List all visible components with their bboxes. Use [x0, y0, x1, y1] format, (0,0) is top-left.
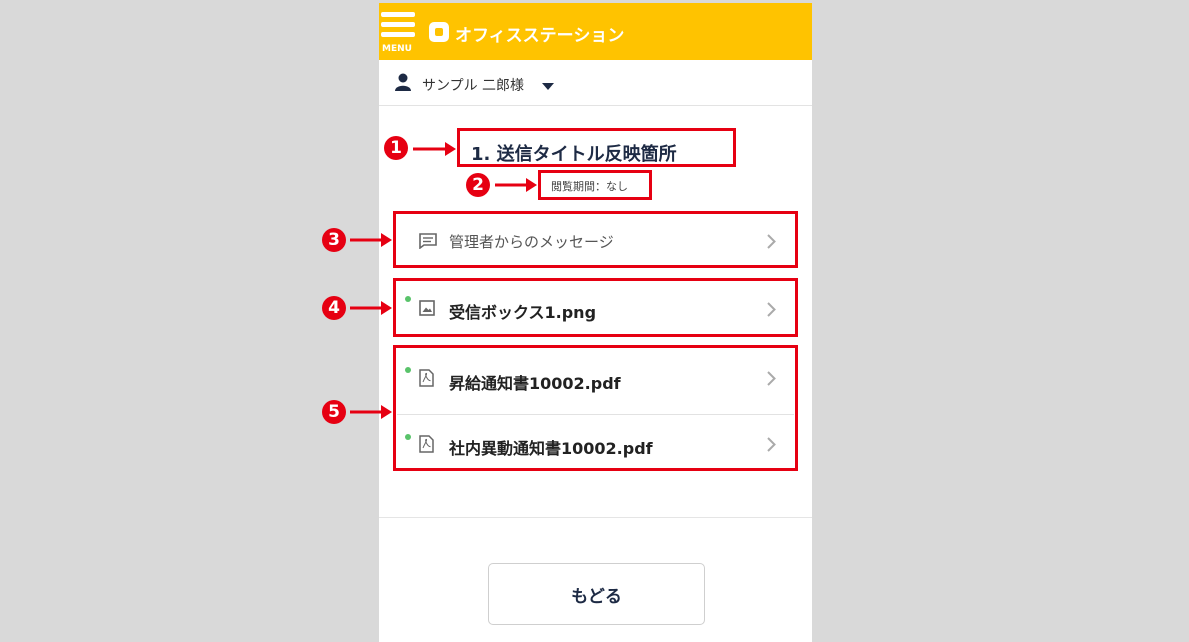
annotation-number: 1 — [384, 136, 408, 160]
annotation-box-title — [457, 128, 736, 167]
user-icon — [395, 73, 411, 91]
annotation-number: 2 — [466, 173, 490, 197]
hamburger-icon — [381, 12, 415, 17]
annotation-arrow — [350, 301, 392, 315]
annotation-box-period — [538, 170, 652, 200]
annotation-arrow — [495, 178, 537, 192]
annotation-number: 3 — [322, 228, 346, 252]
app-logo-text: オフィスステーション — [455, 26, 625, 46]
back-button[interactable]: もどる — [488, 563, 705, 625]
menu-button[interactable]: MENU — [381, 12, 415, 54]
annotation-number: 5 — [322, 400, 346, 424]
menu-label: MENU — [382, 44, 412, 54]
annotation-arrow — [413, 142, 456, 156]
annotation-box-pdfs — [393, 345, 798, 471]
logo-icon — [429, 22, 449, 42]
caret-down-icon[interactable] — [542, 83, 554, 90]
annotation-box-image — [393, 278, 798, 337]
annotation-box-message — [393, 211, 798, 268]
app-header: MENU オフィスステーション — [379, 3, 812, 60]
annotation-arrow — [350, 233, 392, 247]
annotation-number: 4 — [322, 296, 346, 320]
user-name: サンプル 二郎様 — [422, 78, 525, 94]
user-menu[interactable]: サンプル 二郎様 — [379, 60, 812, 106]
footer-divider — [379, 517, 812, 518]
annotation-arrow — [350, 405, 392, 419]
